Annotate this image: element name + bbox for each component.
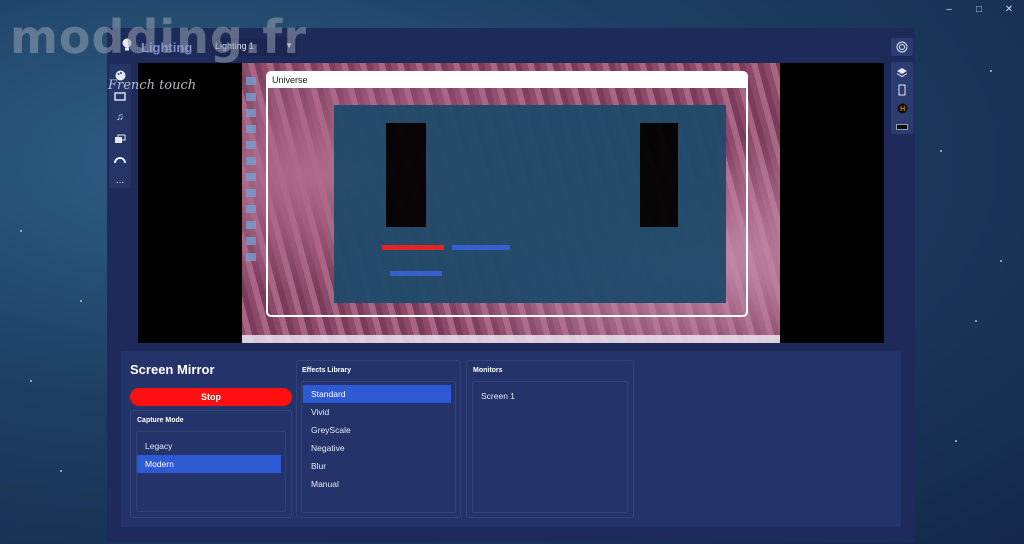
capture-option-modern[interactable]: Modern bbox=[137, 455, 281, 473]
layers-icon[interactable] bbox=[893, 65, 911, 79]
more-icon[interactable]: ... bbox=[111, 173, 129, 188]
effects-library-title: Effects Library bbox=[302, 367, 352, 374]
close-button[interactable]: ✕ bbox=[1004, 4, 1014, 15]
desktop-capture: Universe bbox=[242, 63, 780, 343]
monitors-title: Monitors bbox=[473, 367, 503, 374]
capture-mode-list: Legacy Modern bbox=[136, 431, 286, 512]
mirror-preview: Universe bbox=[138, 63, 884, 343]
minimize-button[interactable]: – bbox=[944, 4, 954, 15]
h-logo-icon[interactable]: H bbox=[893, 102, 911, 116]
keyboard-icon[interactable] bbox=[893, 120, 911, 134]
monitor-option-screen1[interactable]: Screen 1 bbox=[473, 387, 615, 405]
svg-text:H: H bbox=[900, 105, 905, 113]
capture-option-legacy[interactable]: Legacy bbox=[137, 437, 281, 455]
device-icon[interactable] bbox=[893, 83, 911, 97]
effect-option-blur[interactable]: Blur bbox=[303, 457, 445, 475]
effects-list: Standard Vivid GreyScale Negative Blur M… bbox=[301, 381, 456, 513]
taskbar bbox=[242, 335, 780, 343]
app-window: Lighting Lighting 1 ▼ ♫ ... H Universe S… bbox=[107, 28, 915, 542]
maximize-button[interactable]: □ bbox=[974, 4, 984, 15]
monitors-list: Screen 1 bbox=[472, 381, 628, 513]
screen-mirror-panel: Screen Mirror Stop Capture Mode Legacy M… bbox=[121, 351, 901, 527]
window-controls: – □ ✕ bbox=[944, 4, 1014, 15]
screen-mirror-title: Screen Mirror bbox=[130, 362, 215, 377]
nested-app-capture bbox=[334, 105, 726, 303]
universe-zone-frame[interactable]: Universe bbox=[266, 71, 748, 317]
spiral-icon[interactable] bbox=[891, 38, 913, 56]
effect-option-manual[interactable]: Manual bbox=[303, 475, 445, 493]
right-device-rail: H bbox=[891, 62, 913, 134]
music-icon[interactable]: ♫ bbox=[111, 110, 129, 125]
effect-option-vivid[interactable]: Vivid bbox=[303, 403, 445, 421]
monitors-box: Monitors Screen 1 bbox=[466, 360, 634, 518]
screens-icon[interactable] bbox=[111, 131, 129, 146]
effect-option-greyscale[interactable]: GreyScale bbox=[303, 421, 445, 439]
capture-mode-box: Capture Mode Legacy Modern bbox=[130, 410, 292, 518]
stop-button[interactable]: Stop bbox=[130, 388, 292, 406]
universe-title: Universe bbox=[268, 73, 746, 88]
gauge-icon[interactable] bbox=[111, 152, 129, 167]
desktop-icons bbox=[246, 77, 260, 269]
capture-mode-title: Capture Mode bbox=[137, 417, 184, 424]
watermark-tagline: French touch bbox=[108, 78, 197, 93]
effects-library-box: Effects Library Standard Vivid GreyScale… bbox=[296, 360, 461, 518]
effect-option-negative[interactable]: Negative bbox=[303, 439, 445, 457]
effect-option-standard[interactable]: Standard bbox=[303, 385, 451, 403]
watermark-logo: modding.fr bbox=[10, 10, 308, 64]
